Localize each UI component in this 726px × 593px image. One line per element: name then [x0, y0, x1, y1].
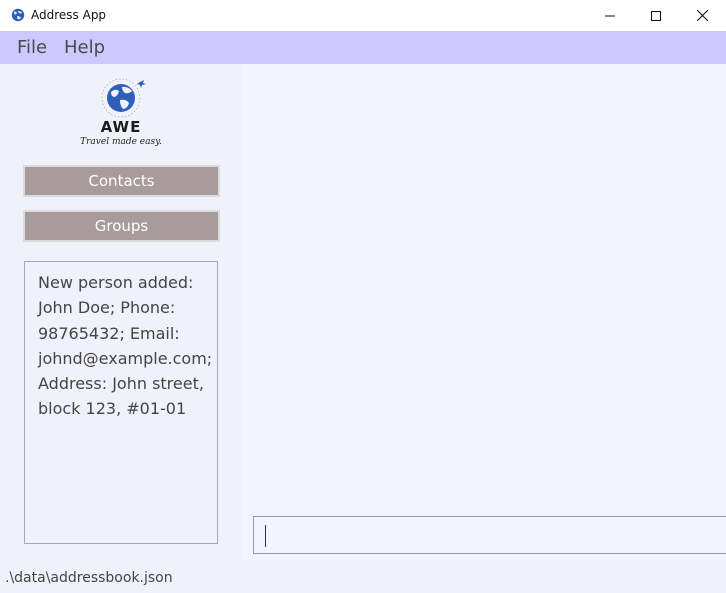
- command-input[interactable]: [253, 516, 726, 554]
- sidebar: AWE Travel made easy. Contacts Groups Ne…: [0, 64, 241, 561]
- close-icon: [696, 10, 708, 21]
- menu-help[interactable]: Help: [64, 37, 105, 58]
- status-bar: .\data\addressbook.json: [0, 561, 726, 593]
- globe-plane-icon: [101, 78, 146, 118]
- minimize-icon: [605, 15, 615, 16]
- logo-tagline: Travel made easy.: [80, 137, 162, 147]
- globe-icon: [11, 8, 25, 22]
- contacts-button[interactable]: Contacts: [23, 165, 220, 197]
- app-window: Address App File Help AWE Travel made ea…: [0, 0, 726, 593]
- groups-button[interactable]: Groups: [23, 210, 220, 242]
- maximize-icon: [651, 10, 661, 21]
- window-title: Address App: [31, 8, 107, 22]
- minimize-button[interactable]: [587, 0, 633, 31]
- title-bar[interactable]: Address App: [0, 0, 726, 31]
- text-caret: [265, 525, 266, 547]
- menu-bar: File Help: [0, 31, 726, 64]
- close-button[interactable]: [679, 0, 725, 31]
- result-display: New person added: John Doe; Phone: 98765…: [24, 261, 218, 544]
- logo-name: AWE: [100, 118, 142, 136]
- main-panel: [241, 64, 726, 561]
- menu-file[interactable]: File: [17, 37, 47, 58]
- status-file-path: .\data\addressbook.json: [5, 570, 173, 586]
- app-logo: AWE Travel made easy.: [78, 76, 164, 152]
- maximize-button[interactable]: [633, 0, 679, 31]
